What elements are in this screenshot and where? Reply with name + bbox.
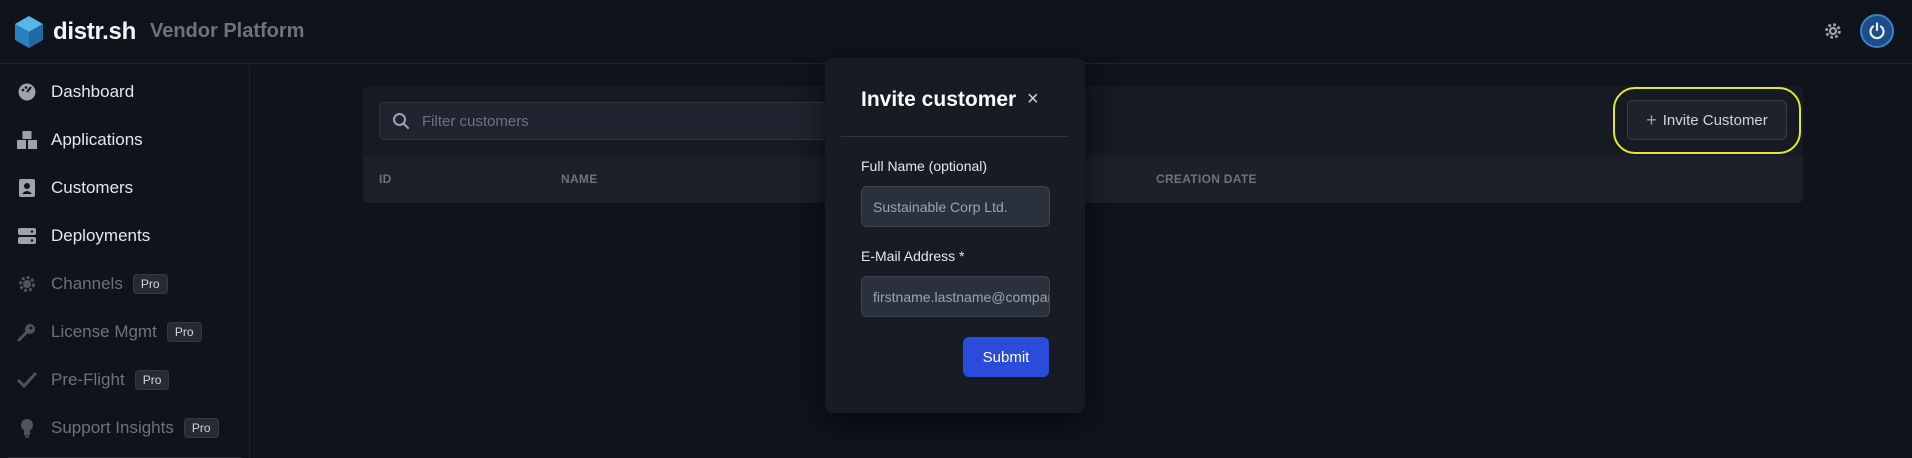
power-icon xyxy=(1869,22,1885,40)
column-header-creation-date[interactable]: CREATION DATE xyxy=(1156,172,1257,186)
column-header-id[interactable]: ID xyxy=(379,172,392,186)
plus-icon: + xyxy=(1646,109,1657,130)
sidebar-item-dashboard[interactable]: Dashboard xyxy=(16,77,134,107)
deployments-icon xyxy=(16,225,38,247)
applications-icon xyxy=(16,129,38,151)
invite-customer-label: Invite Customer xyxy=(1662,111,1768,129)
avatar[interactable] xyxy=(1860,14,1894,48)
sidebar-item-pre-flight[interactable]: Pre-Flight Pro xyxy=(16,365,170,395)
top-header: distr.sh Vendor Platform xyxy=(0,0,1912,64)
sidebar-item-label: Dashboard xyxy=(51,82,135,101)
sidebar-item-license-mgmt[interactable]: License Mgmt Pro xyxy=(16,317,202,347)
full-name-field[interactable]: Sustainable Corp Ltd. xyxy=(861,186,1050,227)
modal-title: Invite customer xyxy=(861,88,1017,111)
full-name-label: Full Name (optional) xyxy=(861,158,988,174)
sidebar-item-label: Support Insights xyxy=(51,418,174,437)
sidebar-item-applications[interactable]: Applications xyxy=(16,125,143,155)
search-placeholder: Filter customers xyxy=(422,112,529,130)
sidebar-item-deployments[interactable]: Deployments xyxy=(16,221,150,251)
invite-customer-highlight: + Invite Customer xyxy=(1613,87,1801,154)
full-name-placeholder: Sustainable Corp Ltd. xyxy=(873,198,1008,215)
search-icon xyxy=(393,113,409,129)
sidebar-item-support-insights[interactable]: Support Insights Pro xyxy=(16,413,219,443)
submit-button[interactable]: Submit xyxy=(963,337,1049,377)
sidebar-item-channels[interactable]: Channels Pro xyxy=(16,269,168,299)
sidebar-item-label: Applications xyxy=(51,130,143,149)
logo[interactable]: distr.sh Vendor Platform xyxy=(14,15,304,49)
close-icon[interactable]: × xyxy=(1027,88,1039,111)
channels-gear-icon xyxy=(16,273,38,295)
sidebar: Dashboard Applications Customers Deploym… xyxy=(0,65,250,458)
pro-badge: Pro xyxy=(183,418,219,438)
lightbulb-icon xyxy=(16,417,38,439)
sidebar-item-label: Channels xyxy=(51,274,123,293)
pro-badge: Pro xyxy=(134,370,170,390)
customers-icon xyxy=(16,177,38,199)
sidebar-item-label: Deployments xyxy=(51,226,151,245)
modal-divider xyxy=(841,136,1069,137)
sidebar-item-label: License Mgmt xyxy=(51,322,157,341)
invite-customer-button[interactable]: + Invite Customer xyxy=(1627,100,1787,140)
email-placeholder: firstname.lastname@company.com xyxy=(873,288,1049,305)
sidebar-item-label: Customers xyxy=(51,178,134,197)
pro-badge: Pro xyxy=(132,274,168,294)
key-icon xyxy=(16,321,38,343)
dashboard-icon xyxy=(16,81,38,103)
brand-name: distr.sh xyxy=(53,17,136,45)
platform-subtitle: Vendor Platform xyxy=(149,20,305,42)
cube-logo-icon xyxy=(15,15,43,48)
invite-customer-modal: Invite customer × Full Name (optional) S… xyxy=(825,58,1085,413)
email-field[interactable]: firstname.lastname@company.com xyxy=(861,276,1050,317)
pro-badge: Pro xyxy=(166,322,202,342)
search-input[interactable]: Filter customers xyxy=(379,102,839,140)
sidebar-item-label: Pre-Flight xyxy=(51,370,125,389)
email-label: E-Mail Address * xyxy=(861,248,965,264)
gear-icon[interactable] xyxy=(1822,20,1844,42)
check-icon xyxy=(16,369,38,391)
column-header-name[interactable]: NAME xyxy=(561,172,598,186)
sidebar-item-customers[interactable]: Customers xyxy=(16,173,133,203)
